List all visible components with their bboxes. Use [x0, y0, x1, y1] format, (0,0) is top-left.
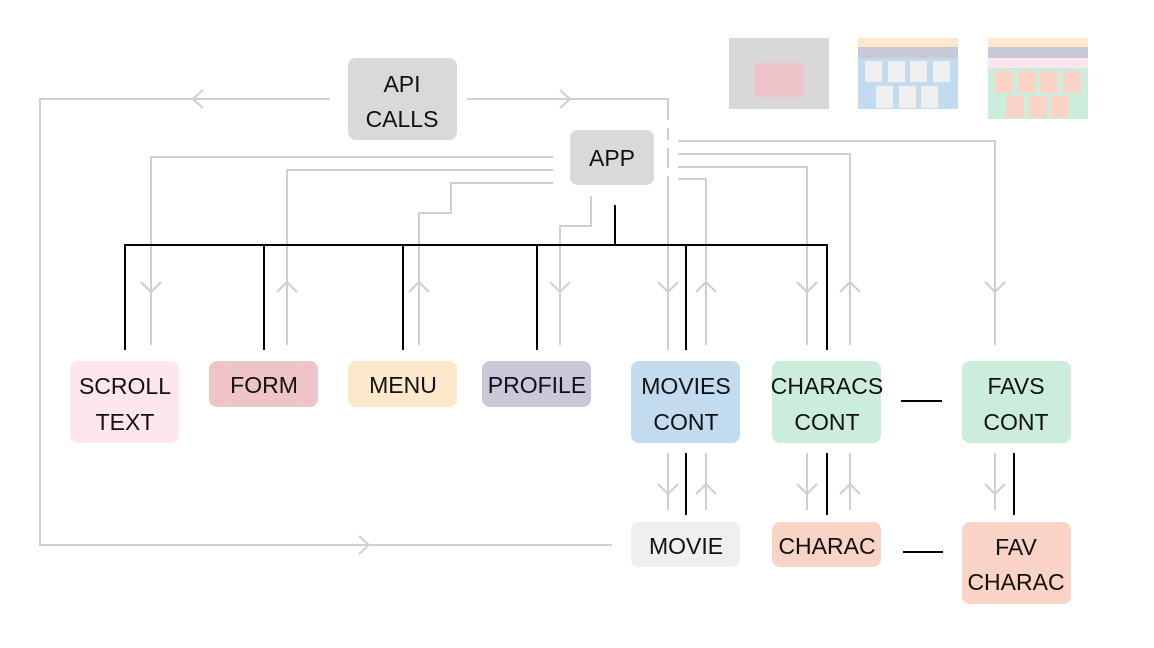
node-label: FAV	[995, 534, 1037, 560]
node-charac: CHARAC	[772, 522, 881, 567]
node-label: TEXT	[96, 409, 155, 435]
node-movie: MOVIE	[631, 522, 740, 567]
node-profile: PROFILE	[482, 361, 591, 407]
node-form: FORM	[209, 361, 318, 407]
node-label: FAVS	[987, 373, 1044, 399]
node-characs-cont: CHARACS CONT	[771, 361, 883, 443]
node-label: API	[383, 71, 420, 97]
node-label: FORM	[230, 372, 298, 398]
node-label: MOVIES	[641, 373, 730, 399]
node-label: CONT	[983, 409, 1048, 435]
node-label: CHARAC	[967, 569, 1064, 595]
node-label: SCROLL	[79, 373, 171, 399]
layout-thumbnail-form	[729, 38, 829, 109]
node-scroll-text: SCROLL TEXT	[70, 361, 179, 443]
data-flow-lines	[39, 98, 996, 546]
component-diagram: API CALLS APP SCROLL TEXT FORM MENU PROF…	[39, 38, 1088, 604]
layout-thumbnail-characs	[988, 38, 1088, 119]
node-api-calls: API CALLS	[348, 58, 457, 140]
layout-thumbnail-movies	[858, 38, 958, 109]
node-menu: MENU	[348, 361, 457, 407]
node-app: APP	[570, 130, 654, 185]
node-movies-cont: MOVIES CONT	[631, 361, 740, 443]
node-label: CONT	[794, 409, 859, 435]
node-label: MOVIE	[649, 533, 723, 559]
node-label: CALLS	[366, 106, 439, 132]
node-label: CONT	[653, 409, 718, 435]
node-label: PROFILE	[488, 372, 586, 398]
node-label: CHARAC	[778, 533, 875, 559]
node-label: APP	[589, 145, 635, 171]
node-fav-charac: FAV CHARAC	[962, 522, 1071, 604]
node-label: MENU	[369, 372, 437, 398]
node-label: CHARACS	[771, 373, 883, 399]
node-favs-cont: FAVS CONT	[962, 361, 1071, 443]
